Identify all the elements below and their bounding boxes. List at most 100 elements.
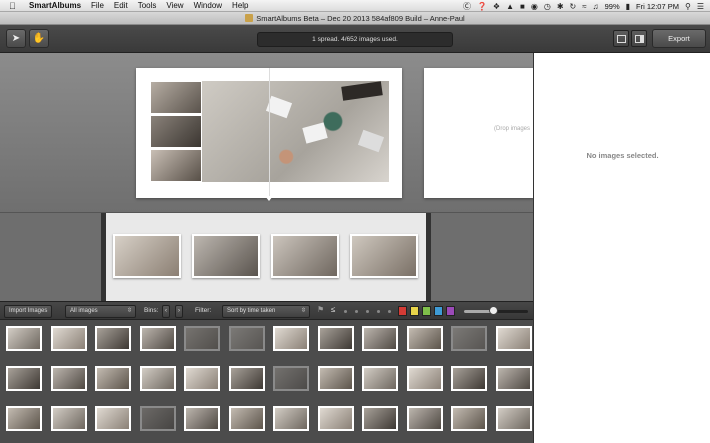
bin-thumbnail[interactable] <box>95 366 131 391</box>
menu-clock[interactable]: Fri 12:07 PM <box>636 2 679 11</box>
tray-dropbox-icon[interactable]: ❖ <box>493 2 500 11</box>
rating-star-dot[interactable] <box>366 310 369 313</box>
notification-center-icon[interactable]: ☰ <box>697 2 704 11</box>
rating-star-dot[interactable] <box>377 310 380 313</box>
tray-eye-icon[interactable]: ◉ <box>531 2 538 11</box>
bin-thumbnail[interactable] <box>406 326 443 351</box>
bin-thumbnail[interactable] <box>273 326 309 351</box>
hand-tool-button[interactable]: ✋ <box>29 29 49 48</box>
import-images-button[interactable]: Import Images <box>4 305 53 318</box>
color-label-swatch[interactable] <box>422 306 431 316</box>
rating-star-dot[interactable] <box>355 310 358 313</box>
bin-thumbnail[interactable] <box>228 406 265 431</box>
bin-thumbnail[interactable] <box>50 326 87 351</box>
tray-adobe-icon[interactable]: ▲ <box>506 2 514 11</box>
spread-canvas[interactable]: (Drop images <box>0 53 533 212</box>
bin-thumbnail[interactable] <box>362 326 398 351</box>
menu-edit[interactable]: Edit <box>114 1 128 10</box>
bin-thumbnail[interactable] <box>6 366 42 391</box>
bin-thumbnail[interactable] <box>362 366 398 391</box>
image-bin[interactable] <box>0 320 533 443</box>
timemachine-icon[interactable]: ↻ <box>570 2 577 11</box>
spread-photo-large[interactable] <box>202 81 389 182</box>
menu-app-name[interactable]: SmartAlbums <box>29 1 81 10</box>
menu-view[interactable]: View <box>166 1 183 10</box>
bin-thumbnail[interactable] <box>228 366 265 391</box>
bin-thumbnail[interactable] <box>50 366 87 391</box>
spread-thumbnail[interactable] <box>350 234 418 278</box>
bin-thumbnail[interactable] <box>406 366 443 391</box>
bin-thumbnail[interactable] <box>50 406 87 431</box>
bin-thumbnail[interactable] <box>317 366 354 391</box>
flag-filter-icon[interactable]: ⚑ <box>317 305 324 314</box>
spread-thumbnail[interactable] <box>113 234 181 278</box>
bin-prev-button[interactable]: ‹ <box>162 305 170 318</box>
bin-thumbnail[interactable] <box>95 406 131 431</box>
menu-tools[interactable]: Tools <box>138 1 157 10</box>
pointer-icon: ➤ <box>11 33 21 44</box>
bin-thumbnail[interactable] <box>495 406 532 431</box>
bin-thumbnail[interactable] <box>273 366 309 391</box>
spread-photo[interactable] <box>150 81 202 114</box>
bin-thumbnail[interactable] <box>139 326 176 351</box>
rating-filter-icon[interactable]: ≤ <box>331 305 335 314</box>
menu-help[interactable]: Help <box>232 1 248 10</box>
panel-view-button[interactable] <box>631 30 647 47</box>
menu-file[interactable]: File <box>91 1 104 10</box>
bin-thumbnail[interactable] <box>495 326 532 351</box>
spread-gutter <box>269 68 270 198</box>
bin-thumbnail[interactable] <box>451 366 487 391</box>
spread-photo[interactable] <box>150 149 202 182</box>
spread-strip[interactable] <box>0 212 533 302</box>
bin-thumbnail[interactable] <box>6 326 42 351</box>
export-button[interactable]: Export <box>652 29 706 48</box>
bin-thumbnail[interactable] <box>228 326 265 351</box>
spread-photo[interactable] <box>150 115 202 148</box>
tray-skype-icon[interactable]: Ⓒ <box>463 1 471 12</box>
hand-icon: ✋ <box>32 33 46 44</box>
color-label-swatch[interactable] <box>434 306 443 316</box>
bin-select[interactable]: All images ⇳ <box>65 305 136 318</box>
rating-star-dot[interactable] <box>388 310 391 313</box>
bin-thumbnail[interactable] <box>139 406 176 431</box>
bin-thumbnail[interactable] <box>139 366 176 391</box>
apple-menu-icon[interactable]:  <box>9 1 19 11</box>
layout-view-button[interactable] <box>613 30 629 47</box>
menu-window[interactable]: Window <box>194 1 222 10</box>
bin-thumbnail[interactable] <box>184 406 220 431</box>
bin-thumbnail[interactable] <box>317 326 354 351</box>
next-page[interactable]: (Drop images <box>424 68 533 198</box>
bin-thumbnail[interactable] <box>451 326 487 351</box>
tray-help-icon[interactable]: ❓ <box>477 2 487 11</box>
rating-star-dot[interactable] <box>344 310 347 313</box>
bin-next-button[interactable]: › <box>175 305 183 318</box>
bluetooth-icon[interactable]: ✱ <box>557 2 564 11</box>
slider-knob[interactable] <box>488 306 498 315</box>
bin-thumbnail[interactable] <box>362 406 398 431</box>
bin-thumbnail[interactable] <box>406 406 443 431</box>
window-title: SmartAlbums Beta – Dec 20 2013 584af809 … <box>256 14 465 23</box>
wifi-icon[interactable]: ≈ <box>582 2 586 11</box>
color-label-swatch[interactable] <box>398 306 407 316</box>
battery-percent[interactable]: 99% <box>605 2 620 11</box>
tray-clock-icon[interactable]: ◷ <box>544 2 551 11</box>
spread-thumbnail[interactable] <box>192 234 260 278</box>
sort-select[interactable]: Sort by time taken ⇳ <box>222 305 310 318</box>
bin-thumbnail[interactable] <box>451 406 487 431</box>
spread-thumbnail[interactable] <box>271 234 339 278</box>
album-spread[interactable] <box>136 68 402 198</box>
bin-thumbnail[interactable] <box>273 406 309 431</box>
spotlight-icon[interactable]: ⚲ <box>685 2 691 11</box>
select-tool-button[interactable]: ➤ <box>6 29 26 48</box>
color-label-swatch[interactable] <box>446 306 455 316</box>
bins-label: Bins: <box>144 307 159 314</box>
color-label-swatch[interactable] <box>410 306 419 316</box>
tray-vpn-icon[interactable]: ■ <box>520 2 525 11</box>
bin-thumbnail[interactable] <box>184 366 220 391</box>
bin-thumbnail[interactable] <box>495 366 532 391</box>
bin-thumbnail[interactable] <box>184 326 220 351</box>
volume-icon[interactable]: ♫ <box>593 2 599 11</box>
bin-thumbnail[interactable] <box>95 326 131 351</box>
bin-thumbnail[interactable] <box>317 406 354 431</box>
bin-thumbnail[interactable] <box>6 406 42 431</box>
